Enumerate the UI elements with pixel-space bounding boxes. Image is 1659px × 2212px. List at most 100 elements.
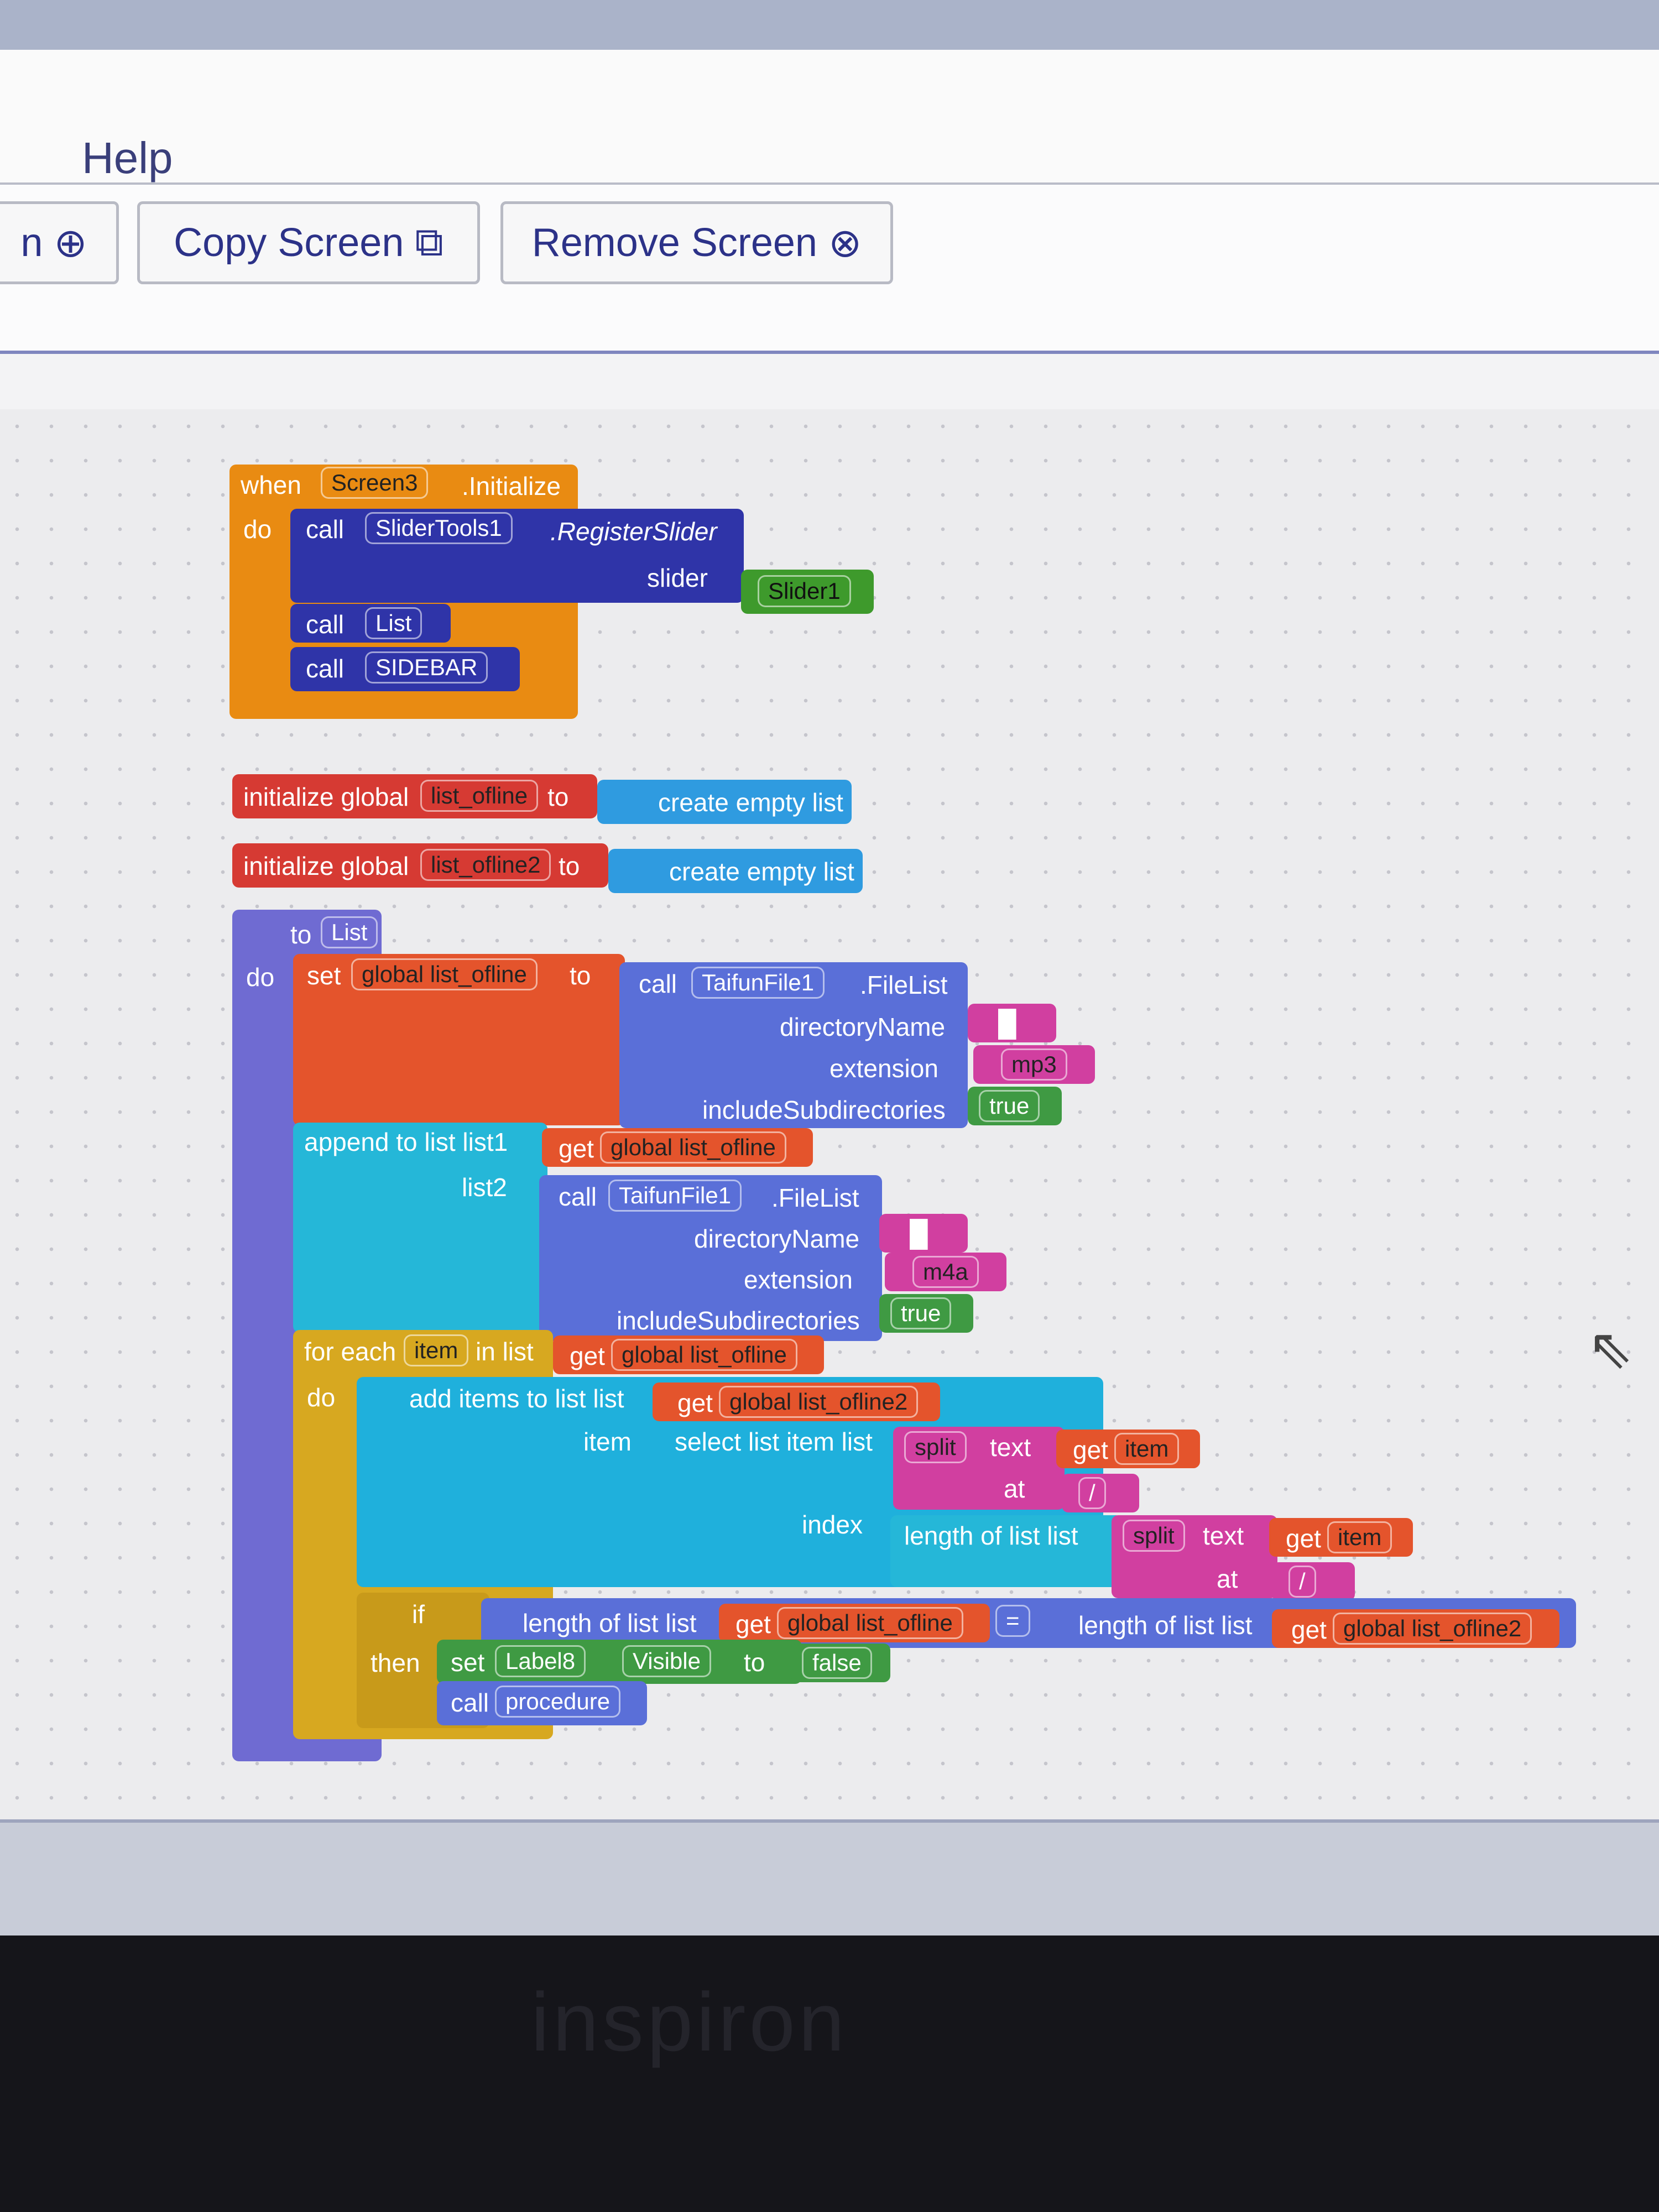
get-label: get <box>1291 1615 1327 1644</box>
then-label: then <box>371 1648 420 1677</box>
var-dropdown[interactable]: global list_ofline <box>611 1339 797 1371</box>
item-dropdown[interactable]: item <box>1114 1433 1180 1465</box>
remove-screen-button[interactable]: Remove Screen ⊗ <box>500 201 893 284</box>
text-directory-block[interactable]: █ <box>879 1214 968 1253</box>
method-name: .RegisterSlider <box>550 517 717 546</box>
set-global-list-ofline[interactable]: set global list_ofline to <box>293 954 625 1125</box>
get-global-list-ofline[interactable]: get global list_ofline <box>719 1604 990 1642</box>
to-label: to <box>559 852 580 880</box>
text-value[interactable]: mp3 <box>1001 1048 1067 1081</box>
param-include-subdirs: includeSubdirectories <box>702 1095 946 1124</box>
at-label: at <box>1004 1474 1025 1503</box>
equal-operator-dropdown[interactable]: = <box>995 1605 1030 1637</box>
split-dropdown[interactable]: split <box>1123 1520 1185 1552</box>
init-global-label: initialize global <box>243 852 409 880</box>
item-dropdown[interactable]: item <box>1327 1521 1392 1553</box>
create-empty-list-block[interactable]: create empty list <box>597 780 852 824</box>
text-value: █ <box>998 1009 1016 1037</box>
get-label: get <box>1286 1524 1321 1553</box>
procedure-dropdown[interactable]: procedure <box>495 1686 621 1718</box>
init-global-label: initialize global <box>243 782 409 811</box>
init-global-list-ofline[interactable]: initialize global list_ofline to <box>232 774 597 818</box>
call-list-block[interactable]: call List <box>290 604 451 643</box>
mouse-cursor-icon: ⇖ <box>1587 1318 1634 1380</box>
bool-true-block[interactable]: true <box>968 1087 1062 1125</box>
create-empty-list-label: create empty list <box>658 788 843 817</box>
screen-dropdown[interactable]: Screen3 <box>321 467 429 499</box>
do-label: do <box>307 1383 336 1412</box>
app-screen: Help n ⊕ Copy Screen ⧉ Remove Screen ⊗ w… <box>0 0 1659 1939</box>
split-dropdown[interactable]: split <box>904 1431 967 1463</box>
global-name-field[interactable]: list_ofline2 <box>420 849 551 881</box>
text-label: text <box>1203 1521 1244 1550</box>
set-label8-visible[interactable]: set Label8 Visible to <box>437 1640 802 1684</box>
call-register-slider-block[interactable]: call SliderTools1 .RegisterSlider slider <box>290 509 744 603</box>
bool-false-block[interactable]: false <box>791 1644 890 1682</box>
call-label: call <box>306 610 345 639</box>
init-global-list-ofline2[interactable]: initialize global list_ofline2 to <box>232 843 608 888</box>
procedure-name-field[interactable]: List <box>321 916 378 948</box>
text-directory-block[interactable]: █ <box>968 1004 1056 1042</box>
text-value[interactable]: / <box>1078 1477 1106 1509</box>
split-text-block-2[interactable]: split text at <box>1112 1515 1277 1598</box>
in-list-label: in list <box>476 1337 534 1366</box>
split-text-block-1[interactable]: split text at <box>893 1427 1065 1510</box>
event-name: .Initialize <box>462 472 561 500</box>
call-label: call <box>306 654 345 683</box>
list2-label: list2 <box>462 1173 507 1202</box>
slider1-block[interactable]: Slider1 <box>741 570 874 614</box>
var-dropdown[interactable]: global list_ofline <box>351 958 538 990</box>
item-label: item <box>583 1427 632 1456</box>
global-name-field[interactable]: list_ofline <box>420 780 539 812</box>
text-value[interactable]: m4a <box>912 1256 979 1288</box>
text-slash-block-2[interactable]: / <box>1272 1562 1355 1601</box>
call-label: call <box>559 1182 597 1211</box>
copy-screen-button[interactable]: Copy Screen ⧉ <box>137 201 480 284</box>
get-label: get <box>559 1134 594 1163</box>
create-empty-list-block[interactable]: create empty list <box>608 849 863 893</box>
label8-dropdown[interactable]: Label8 <box>495 1645 586 1677</box>
list-proc-dropdown[interactable]: List <box>365 607 422 639</box>
item-var-field[interactable]: item <box>404 1334 469 1366</box>
sidebar-dropdown[interactable]: SIDEBAR <box>365 651 488 684</box>
blocks-workspace[interactable]: when Screen3 .Initialize do call SliderT… <box>0 409 1659 1819</box>
bool-dropdown[interactable]: true <box>979 1090 1040 1122</box>
slider1-dropdown[interactable]: Slider1 <box>758 575 851 607</box>
get-global-list-ofline[interactable]: get global list_ofline <box>542 1128 813 1167</box>
text-m4a-block[interactable]: m4a <box>885 1253 1006 1291</box>
get-item-block-2[interactable]: get item <box>1269 1518 1413 1557</box>
var-dropdown[interactable]: global list_ofline <box>777 1607 963 1639</box>
append-to-list-block[interactable]: append to list list1 list2 <box>293 1123 547 1333</box>
slidertools-dropdown[interactable]: SliderTools1 <box>365 512 513 544</box>
text-value[interactable]: / <box>1288 1566 1316 1598</box>
taifun-dropdown[interactable]: TaifunFile1 <box>691 967 825 999</box>
bool-dropdown[interactable]: false <box>802 1647 872 1679</box>
top-band <box>0 0 1659 50</box>
get-global-list-ofline2[interactable]: get global list_ofline2 <box>653 1383 940 1421</box>
bool-dropdown[interactable]: true <box>890 1297 952 1329</box>
help-menu[interactable]: Help <box>82 133 173 184</box>
get-global-list-ofline2[interactable]: get global list_ofline2 <box>1272 1609 1559 1648</box>
get-label: get <box>1073 1436 1108 1464</box>
taifun-dropdown[interactable]: TaifunFile1 <box>608 1180 742 1212</box>
get-item-block-1[interactable]: get item <box>1056 1430 1200 1468</box>
bool-true-block[interactable]: true <box>879 1294 973 1333</box>
call-sidebar-block[interactable]: call SIDEBAR <box>290 647 520 691</box>
var-dropdown[interactable]: global list_ofline <box>600 1131 786 1164</box>
add-screen-button[interactable]: n ⊕ <box>0 201 119 284</box>
add-items-label: add items to list list <box>409 1384 624 1413</box>
text-slash-block-1[interactable]: / <box>1062 1474 1139 1512</box>
call-taifun-filelist-mp3[interactable]: call TaifunFile1 .FileList directoryName… <box>619 962 968 1128</box>
laptop-brand: inspiron <box>531 1975 848 2068</box>
to-label: to <box>744 1648 765 1677</box>
status-bar <box>0 1819 1659 1939</box>
var-dropdown[interactable]: global list_ofline2 <box>1333 1613 1532 1645</box>
call-taifun-filelist-m4a[interactable]: call TaifunFile1 .FileList directoryName… <box>539 1175 882 1341</box>
text-mp3-block[interactable]: mp3 <box>973 1045 1095 1084</box>
get-global-list-ofline[interactable]: get global list_ofline <box>553 1335 824 1374</box>
visible-dropdown[interactable]: Visible <box>622 1645 711 1677</box>
length-of-list-block-1[interactable]: length of list list <box>890 1515 1123 1587</box>
call-procedure-block[interactable]: call procedure <box>437 1681 647 1725</box>
var-dropdown[interactable]: global list_ofline2 <box>719 1386 919 1418</box>
get-label: get <box>570 1342 605 1370</box>
